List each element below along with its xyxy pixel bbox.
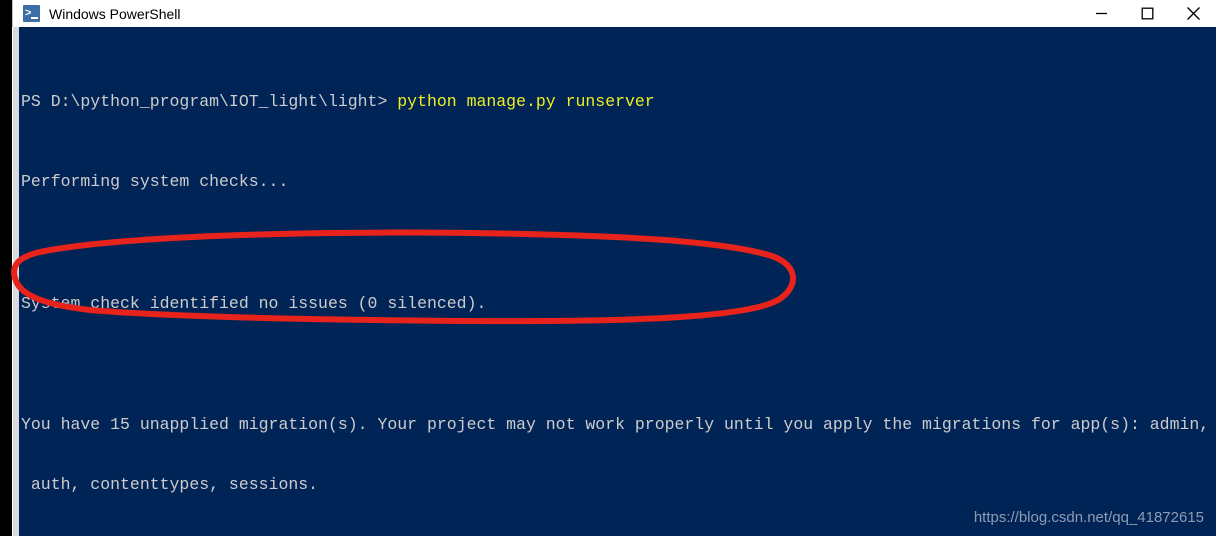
minimize-button[interactable] — [1078, 0, 1124, 27]
console-line-migrations-warning-2: auth, contenttypes, sessions. — [21, 475, 319, 495]
console-line-migrations-warning-1: You have 15 unapplied migration(s). Your… — [21, 414, 1210, 434]
console-line-system-check-result: System check identified no issues (0 sil… — [21, 293, 487, 313]
powershell-icon: > — [23, 5, 40, 22]
powershell-window: > Windows PowerShell PS D:\python_progra… — [0, 0, 1216, 536]
console-scrollbar[interactable] — [12, 27, 19, 536]
console-line-prompt-1: PS D:\python_program\IOT_light\light> py… — [21, 92, 1216, 112]
title-bar-left-edge — [0, 0, 12, 27]
console-line-blank-2 — [21, 354, 1216, 374]
title-bar: > Windows PowerShell — [0, 0, 1216, 27]
scrollbar-thumb[interactable] — [12, 27, 19, 536]
blog-watermark: https://blog.csdn.net/qq_41872615 — [973, 509, 1204, 526]
console-lines: PS D:\python_program\IOT_light\light> py… — [21, 31, 1216, 536]
typed-command: python manage.py runserver — [397, 91, 655, 111]
maximize-icon — [1141, 7, 1153, 20]
prompt-underscore-glyph — [31, 17, 38, 19]
console-output-area[interactable]: PS D:\python_program\IOT_light\light> py… — [19, 27, 1216, 536]
close-icon — [1186, 7, 1200, 20]
title-bar-spacer — [12, 0, 20, 27]
minimize-icon — [1095, 12, 1107, 15]
prompt-path-1: PS D:\python_program\IOT_light\light> — [21, 91, 398, 111]
window-left-edge — [0, 27, 12, 536]
console-line-performing-checks: Performing system checks... — [21, 172, 289, 192]
console-line-blank-1 — [21, 233, 1216, 253]
window-title: Windows PowerShell — [49, 5, 181, 22]
close-button[interactable] — [1170, 0, 1216, 27]
maximize-button[interactable] — [1124, 0, 1170, 27]
